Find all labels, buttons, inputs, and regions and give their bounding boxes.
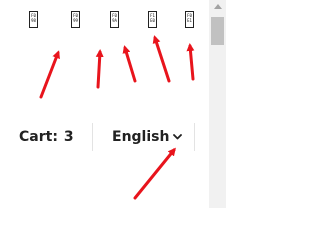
missing-glyph-icon[interactable]: F0 9A: [110, 11, 119, 28]
glyph-code-bottom: 9A: [112, 18, 117, 23]
chevron-down-icon: [173, 127, 183, 145]
scrollbar-thumb[interactable]: [211, 17, 224, 45]
language-label: English: [112, 129, 170, 145]
annotation-arrow: [133, 147, 176, 200]
cart-indicator[interactable]: Cart: 3: [19, 128, 74, 146]
cart-count: 3: [63, 129, 74, 145]
scroll-up-arrow-icon[interactable]: [214, 4, 222, 9]
missing-glyph-icon[interactable]: F0 98: [29, 11, 38, 28]
language-selector[interactable]: English: [112, 127, 183, 146]
divider: [92, 123, 93, 151]
glyph-code-bottom: 99: [73, 18, 78, 23]
glyph-code-bottom: 98: [31, 18, 36, 23]
annotation-arrow: [95, 49, 104, 89]
glyph-code-bottom: E0: [150, 18, 155, 23]
missing-glyph-icon[interactable]: F0 E1: [185, 11, 194, 28]
glyph-code-bottom: E1: [187, 18, 192, 23]
divider: [194, 123, 195, 151]
annotation-arrow: [122, 45, 137, 83]
annotation-arrow: [39, 50, 60, 99]
scrollbar[interactable]: [209, 0, 226, 208]
cart-label: Cart:: [19, 129, 58, 145]
annotation-arrow: [186, 43, 195, 81]
missing-glyph-icon[interactable]: F0 99: [71, 11, 80, 28]
annotation-arrow: [152, 35, 171, 83]
page-viewport: F0 98 F0 99 F0 9A F1 E0 F0 E1 Cart: 3 Eng…: [0, 0, 226, 208]
missing-glyph-icon[interactable]: F1 E0: [148, 11, 157, 28]
annotation-arrows: [39, 35, 195, 200]
